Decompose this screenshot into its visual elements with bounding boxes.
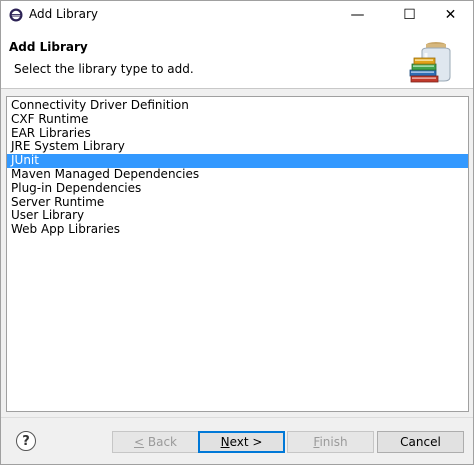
wizard-header: Add Library Select the library type to a…	[1, 29, 473, 89]
help-button[interactable]: ?	[16, 431, 36, 451]
maximize-icon: ☐	[403, 7, 416, 23]
next-button[interactable]: Next >	[198, 431, 285, 453]
list-item-server-runtime[interactable]: Server Runtime	[7, 195, 468, 210]
list-item-connectivity-driver-definition[interactable]: Connectivity Driver Definition	[7, 98, 468, 113]
footer-separator	[1, 417, 473, 418]
eclipse-app-icon	[9, 8, 23, 22]
close-icon: ✕	[444, 7, 457, 23]
back-button-label: < Back	[133, 435, 177, 449]
list-item-jre-system-library[interactable]: JRE System Library	[7, 140, 468, 154]
finish-button-label: Finish	[313, 435, 348, 449]
minimize-icon: —	[350, 7, 365, 23]
list-item-plug-in-dependencies[interactable]: Plug-in Dependencies	[7, 181, 468, 196]
add-library-dialog: Add Library — ☐ ✕ Add Library Select the…	[0, 0, 474, 465]
window-title: Add Library	[29, 7, 99, 21]
cancel-button-label: Cancel	[400, 435, 441, 449]
maximize-button[interactable]: ☐	[387, 1, 432, 29]
list-item-junit[interactable]: JUnit	[7, 153, 468, 168]
page-description: Select the library type to add.	[14, 62, 194, 76]
finish-button[interactable]: Finish	[287, 431, 374, 453]
minimize-button[interactable]: —	[335, 1, 380, 29]
list-item-cxf-runtime[interactable]: CXF Runtime	[7, 112, 468, 127]
library-jar-books-icon	[409, 42, 451, 83]
title-bar: Add Library — ☐ ✕	[1, 1, 473, 29]
list-item-ear-libraries[interactable]: EAR Libraries	[7, 126, 468, 141]
back-button[interactable]: < Back	[112, 431, 199, 453]
list-item-user-library[interactable]: User Library	[7, 209, 468, 223]
close-button[interactable]: ✕	[428, 1, 473, 29]
list-item-maven-managed-dependencies[interactable]: Maven Managed Dependencies	[7, 167, 468, 182]
library-type-list[interactable]: Connectivity Driver Definition CXF Runti…	[6, 96, 469, 412]
next-button-label: Next >	[220, 435, 263, 449]
help-icon: ?	[22, 433, 30, 449]
list-item-web-app-libraries[interactable]: Web App Libraries	[7, 222, 468, 237]
cancel-button[interactable]: Cancel	[377, 431, 464, 453]
page-title: Add Library	[9, 40, 88, 54]
